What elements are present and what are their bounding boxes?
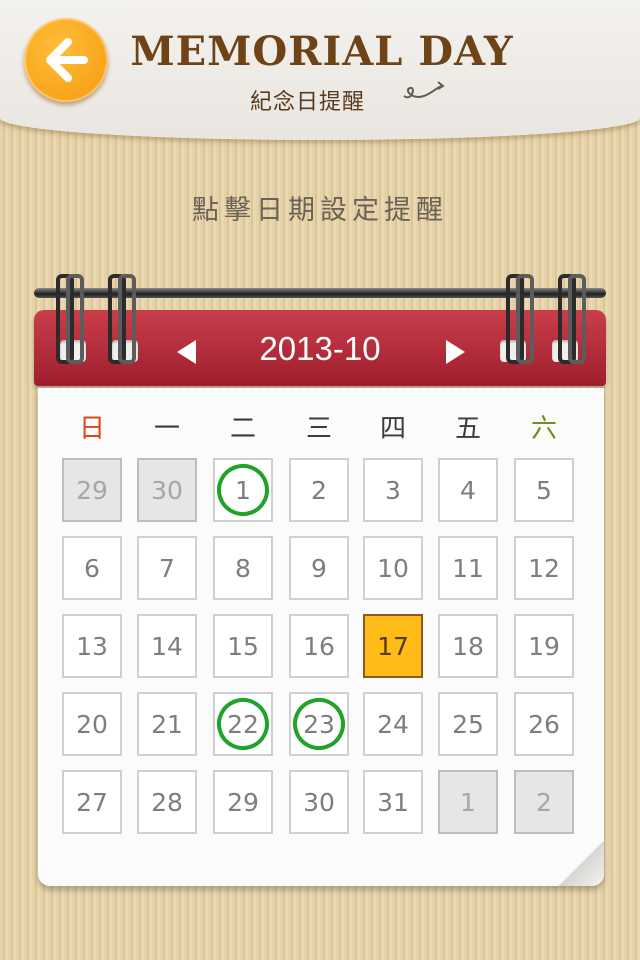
- calendar-day[interactable]: 28: [137, 770, 197, 834]
- binding-ring: [118, 274, 136, 364]
- day-number: 7: [159, 554, 175, 583]
- weekday-label: 四: [379, 414, 406, 444]
- day-number: 9: [311, 554, 327, 583]
- weekday-label: 日: [78, 414, 105, 444]
- calendar-day[interactable]: 11: [438, 536, 498, 600]
- page-title: MEMORIAL DAY: [130, 28, 514, 75]
- day-number: 28: [151, 788, 183, 817]
- day-number: 3: [385, 476, 401, 505]
- weekday-label: 二: [229, 414, 256, 444]
- day-number: 27: [76, 788, 108, 817]
- weekday-label: 六: [530, 414, 557, 444]
- prev-month-button[interactable]: [172, 337, 202, 367]
- calendar-day-today[interactable]: 17: [363, 614, 423, 678]
- calendar-day[interactable]: 4: [438, 458, 498, 522]
- calendar-day[interactable]: 12: [514, 536, 574, 600]
- calendar-day[interactable]: 20: [62, 692, 122, 756]
- calendar-day[interactable]: 5: [514, 458, 574, 522]
- calendar-day[interactable]: 30: [137, 458, 197, 522]
- day-number: 21: [151, 710, 183, 739]
- next-month-button[interactable]: [440, 337, 470, 367]
- day-number: 15: [227, 632, 259, 661]
- day-number: 14: [151, 632, 183, 661]
- arrow-left-icon: [46, 38, 88, 82]
- binding-ring: [66, 274, 84, 364]
- calendar-day[interactable]: 14: [137, 614, 197, 678]
- calendar-day[interactable]: 23: [286, 691, 352, 757]
- calendar-day[interactable]: 2: [289, 458, 349, 522]
- reminder-circle-icon: [286, 691, 352, 757]
- day-number: 17: [377, 632, 409, 661]
- swirl-decoration-icon: [403, 81, 445, 99]
- calendar-day[interactable]: 16: [289, 614, 349, 678]
- calendar-day[interactable]: 26: [514, 692, 574, 756]
- binding-ring: [516, 274, 534, 364]
- day-number: 25: [452, 710, 484, 739]
- calendar-day[interactable]: 1: [438, 770, 498, 834]
- day-number: 1: [460, 788, 476, 817]
- day-number: 10: [377, 554, 409, 583]
- day-number: 19: [528, 632, 560, 661]
- back-button[interactable]: [24, 18, 108, 102]
- calendar-day[interactable]: 29: [213, 770, 273, 834]
- weekday-label: 一: [153, 414, 180, 444]
- calendar-day[interactable]: 25: [438, 692, 498, 756]
- binding-ring: [568, 274, 586, 364]
- calendar-day[interactable]: 18: [438, 614, 498, 678]
- day-number: 8: [235, 554, 251, 583]
- day-number: 18: [452, 632, 484, 661]
- day-number: 11: [452, 554, 484, 583]
- calendar-day[interactable]: 1: [210, 457, 276, 523]
- calendar-day[interactable]: 31: [363, 770, 423, 834]
- day-number: 26: [528, 710, 560, 739]
- triangle-right-icon: [446, 340, 465, 364]
- day-number: 20: [76, 710, 108, 739]
- calendar-day[interactable]: 2: [514, 770, 574, 834]
- weekday-label: 五: [454, 414, 481, 444]
- calendar-day[interactable]: 21: [137, 692, 197, 756]
- calendar-day[interactable]: 27: [62, 770, 122, 834]
- day-number: 4: [460, 476, 476, 505]
- day-number: 30: [151, 476, 183, 505]
- calendar-day[interactable]: 13: [62, 614, 122, 678]
- weekday-label: 三: [305, 414, 332, 444]
- day-number: 24: [377, 710, 409, 739]
- day-number: 30: [303, 788, 335, 817]
- calendar-day[interactable]: 3: [363, 458, 423, 522]
- calendar-day[interactable]: 29: [62, 458, 122, 522]
- calendar-day[interactable]: 24: [363, 692, 423, 756]
- calendar-day[interactable]: 7: [137, 536, 197, 600]
- page-subtitle: 紀念日提醒: [250, 90, 366, 115]
- page-curl: [556, 842, 604, 886]
- calendar-day[interactable]: 6: [62, 536, 122, 600]
- month-label: 2013-10: [259, 330, 381, 367]
- day-number: 31: [377, 788, 409, 817]
- day-number: 29: [76, 476, 108, 505]
- day-number: 2: [311, 476, 327, 505]
- calendar-day[interactable]: 10: [363, 536, 423, 600]
- triangle-left-icon: [177, 340, 196, 364]
- day-number: 13: [76, 632, 108, 661]
- day-number: 5: [536, 476, 552, 505]
- calendar-day[interactable]: 15: [213, 614, 273, 678]
- calendar-day[interactable]: 9: [289, 536, 349, 600]
- day-number: 29: [227, 788, 259, 817]
- header-bar: MEMORIAL DAY 紀念日提醒: [0, 0, 640, 140]
- day-number: 16: [303, 632, 335, 661]
- calendar-day[interactable]: 19: [514, 614, 574, 678]
- calendar-day[interactable]: 30: [289, 770, 349, 834]
- reminder-circle-icon: [210, 457, 276, 523]
- calendar-day[interactable]: 22: [210, 691, 276, 757]
- day-number: 6: [84, 554, 100, 583]
- day-number: 12: [528, 554, 560, 583]
- instruction-text: 點擊日期設定提醒: [192, 195, 448, 226]
- calendar-day[interactable]: 8: [213, 536, 273, 600]
- day-number: 2: [536, 788, 552, 817]
- reminder-circle-icon: [210, 691, 276, 757]
